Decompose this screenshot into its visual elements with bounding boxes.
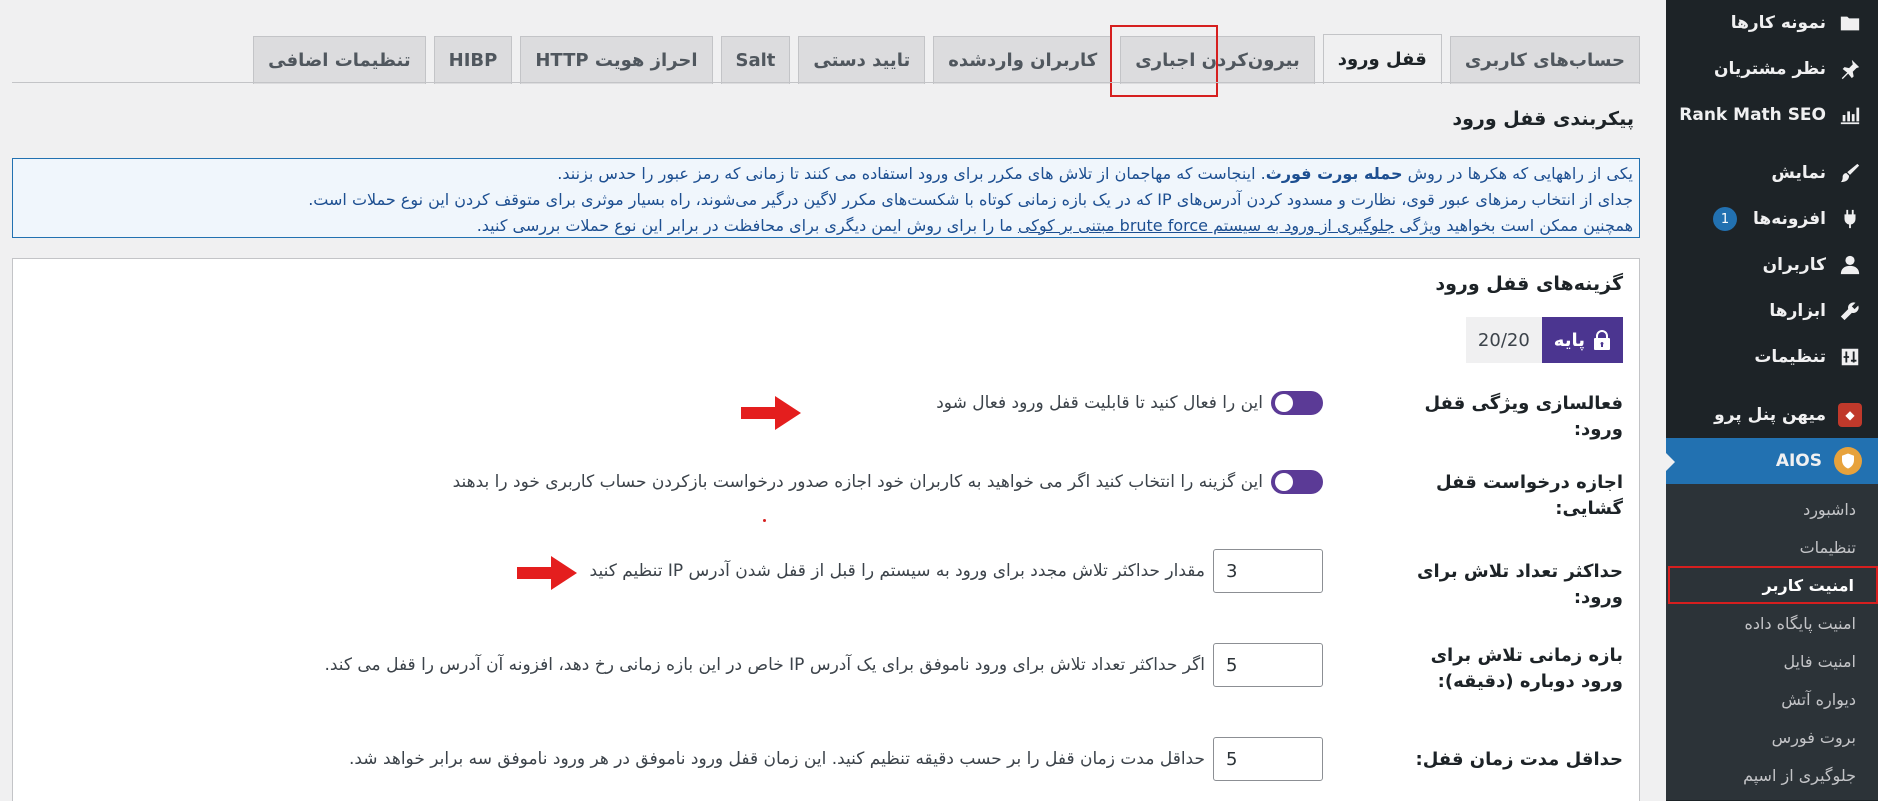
arrow-icon [741, 396, 801, 430]
tab-bar: حساب‌های کاربری قفل ورود بیرون‌کردن اجبا… [253, 34, 1640, 84]
wrench-icon [1838, 299, 1862, 323]
level-score: 20/20 [1465, 317, 1542, 363]
tab-http-auth[interactable]: احراز هویت HTTP [520, 36, 713, 84]
sidebar-item-label: نمونه کارها [1730, 13, 1826, 33]
tab-salt[interactable]: Salt [720, 36, 791, 84]
sidebar-item-testimonials[interactable]: نظر مشتریان [1666, 46, 1878, 92]
pin-icon [1838, 57, 1862, 81]
tab-login-lockout[interactable]: قفل ورود [1322, 34, 1442, 84]
sidebar-item-label: نظر مشتریان [1713, 59, 1826, 79]
tab-manual-approval[interactable]: تایید دستی [798, 36, 926, 84]
aios-submenu: داشبورد تنظیمات امنیت کاربر امنیت پایگاه… [1666, 484, 1878, 800]
folder-icon [1838, 11, 1862, 35]
sidebar-item-users[interactable]: کاربران [1666, 242, 1878, 288]
lock-icon [1594, 330, 1610, 350]
row-control: این گزینه را انتخاب کنید اگر می خواهید ب… [453, 470, 1323, 494]
sidebar-item-tools[interactable]: ابزارها [1666, 288, 1878, 334]
sidebar-item-label: افزونه‌ها [1753, 209, 1826, 229]
row-label: اجازه درخواست قفل گشایی: [1435, 472, 1623, 519]
info-box: یکی از راههایی که هکرها در روش حمله بورت… [12, 158, 1640, 238]
sidebar-item-appearance[interactable]: نمایش [1666, 150, 1878, 196]
arrow-icon [517, 556, 577, 590]
shield-icon [1834, 447, 1862, 475]
info-text: همچنین ممکن است بخواهید ویژگی [1394, 216, 1633, 235]
submenu-database-security[interactable]: امنیت پایگاه داده [1666, 604, 1878, 642]
row-description: اگر حداکثر تعداد تلاش برای ورود ناموفق ب… [324, 655, 1205, 675]
section-title: پیکربندی قفل ورود [1452, 108, 1634, 130]
row-label: حداکثر تعداد تلاش برای ورود: [1417, 561, 1623, 608]
level-label: پایه [1553, 329, 1585, 351]
sidebar-item-plugins[interactable]: افزونه‌ها 1 [1666, 196, 1878, 242]
sidebar-item-rank-math[interactable]: Rank Math SEO [1666, 92, 1878, 138]
allow-unlock-toggle[interactable] [1271, 470, 1323, 494]
row-description: این را فعال کنید تا قابلیت قفل ورود فعال… [936, 393, 1263, 413]
submenu-firewall[interactable]: دیواره آتش [1666, 680, 1878, 718]
main-content: حساب‌های کاربری قفل ورود بیرون‌کردن اجبا… [0, 0, 1666, 801]
enable-lockout-toggle[interactable] [1271, 391, 1323, 415]
submenu-settings[interactable]: تنظیمات [1666, 528, 1878, 566]
sidebar-item-label: ابزارها [1769, 301, 1826, 321]
admin-sidebar: نمونه کارها نظر مشتریان Rank Math SEO نم… [1665, 0, 1878, 801]
tab-logged-in-users[interactable]: کاربران واردشده [933, 36, 1113, 84]
submenu-dashboard[interactable]: داشبورد [1666, 490, 1878, 528]
user-icon [1838, 253, 1862, 277]
submenu-spam-prevention[interactable]: جلوگیری از اسپم [1666, 756, 1878, 794]
row-label: بازه زمانی تلاش برای ورود دوباره (دقیقه)… [1430, 645, 1623, 692]
sidebar-item-label: تنظیمات [1754, 347, 1826, 367]
retry-period-input[interactable] [1213, 643, 1323, 687]
tab-additional-settings[interactable]: تنظیمات اضافی [253, 36, 426, 84]
tab-user-accounts[interactable]: حساب‌های کاربری [1449, 36, 1640, 84]
sidebar-item-label: نمایش [1771, 163, 1826, 183]
panel-title: گزینه‌های قفل ورود [1435, 273, 1623, 295]
sidebar-item-label: Rank Math SEO [1679, 105, 1826, 125]
info-line-1: یکی از راههایی که هکرها در روش حمله بورت… [19, 161, 1633, 187]
tabs-divider [12, 82, 1640, 83]
submenu-brute-force[interactable]: بروت فورس [1666, 718, 1878, 756]
red-dot [763, 519, 766, 522]
security-level: پایه 20/20 [1465, 317, 1623, 363]
update-count-badge: 1 [1713, 207, 1738, 231]
tab-hibp[interactable]: HIBP [433, 36, 513, 84]
sidebar-item-settings[interactable]: تنظیمات [1666, 334, 1878, 380]
row-description: مقدار حداکثر تلاش مجدد برای ورود به سیست… [589, 561, 1205, 581]
max-attempts-input[interactable] [1213, 549, 1323, 593]
row-control: مقدار حداکثر تلاش مجدد برای ورود به سیست… [590, 549, 1323, 593]
info-line-2: جدای از انتخاب رمزهای عبور قوی، نظارت و … [308, 190, 1633, 209]
chart-icon [1838, 103, 1862, 127]
info-text: ما را برای روش ایمن دیگری برای محافظت در… [476, 216, 1018, 235]
row-control: حداقل مدت زمان قفل را بر حسب دقیقه تنظیم… [349, 737, 1323, 781]
info-text: یکی از راههایی که هکرها در روش [1402, 164, 1633, 183]
row-description: این گزینه را انتخاب کنید اگر می خواهید ب… [452, 472, 1263, 492]
lockout-options-panel: گزینه‌های قفل ورود پایه 20/20 فعالسازی و… [12, 258, 1640, 801]
sidebar-item-portfolio[interactable]: نمونه کارها [1666, 0, 1878, 46]
submenu-user-security[interactable]: امنیت کاربر [1668, 566, 1878, 604]
info-text: . اینجاست که مهاجمان از تلاش های مکرر بر… [557, 164, 1266, 183]
info-line-3: همچنین ممکن است بخواهید ویژگی جلوگیری از… [19, 213, 1633, 239]
info-bold-text: حمله بورت فورث [1265, 164, 1403, 183]
active-tab-highlight [1110, 25, 1218, 97]
sidebar-item-aios[interactable]: AIOS [1665, 438, 1878, 484]
row-description: حداقل مدت زمان قفل را بر حسب دقیقه تنظیم… [348, 749, 1205, 769]
plugin-icon [1838, 207, 1862, 231]
row-label: حداقل مدت زمان قفل: [1415, 749, 1623, 770]
min-lockout-input[interactable] [1213, 737, 1323, 781]
sidebar-item-mihan-panel[interactable]: ◆ میهن پنل پرو [1666, 392, 1878, 438]
brush-icon [1838, 161, 1862, 185]
settings-icon [1838, 345, 1862, 369]
cookie-brute-force-link[interactable]: جلوگیری از ورود به سیستم brute force مبت… [1018, 216, 1394, 235]
level-badge: پایه [1541, 317, 1623, 363]
sidebar-item-label: کاربران [1762, 255, 1826, 275]
row-control: اگر حداکثر تعداد تلاش برای ورود ناموفق ب… [324, 643, 1323, 687]
row-label: فعالسازی ویژگی قفل ورود: [1424, 393, 1623, 440]
sidebar-item-label: میهن پنل پرو [1714, 405, 1826, 425]
submenu-file-security[interactable]: امنیت فایل [1666, 642, 1878, 680]
mihan-panel-icon: ◆ [1838, 403, 1862, 427]
sidebar-item-label: AIOS [1775, 451, 1822, 471]
row-control: این را فعال کنید تا قابلیت قفل ورود فعال… [936, 391, 1323, 415]
